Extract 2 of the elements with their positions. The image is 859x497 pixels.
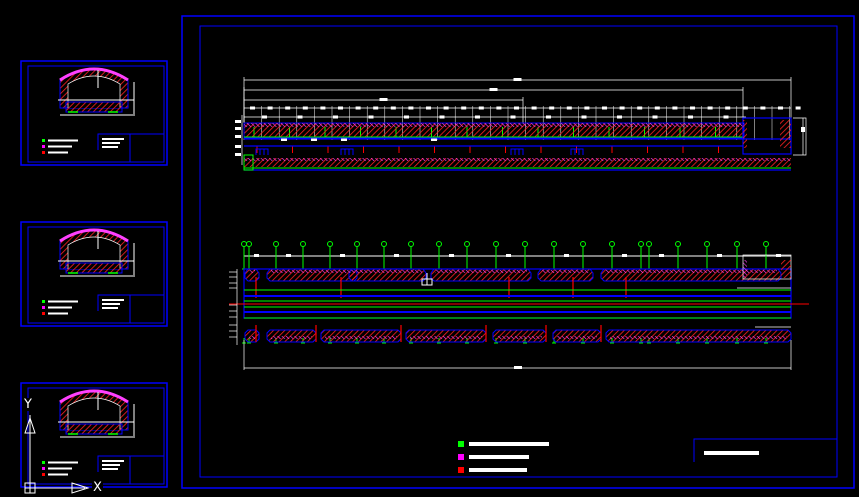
- x-axis-label: X: [92, 481, 103, 494]
- y-axis-label: Y: [23, 398, 33, 411]
